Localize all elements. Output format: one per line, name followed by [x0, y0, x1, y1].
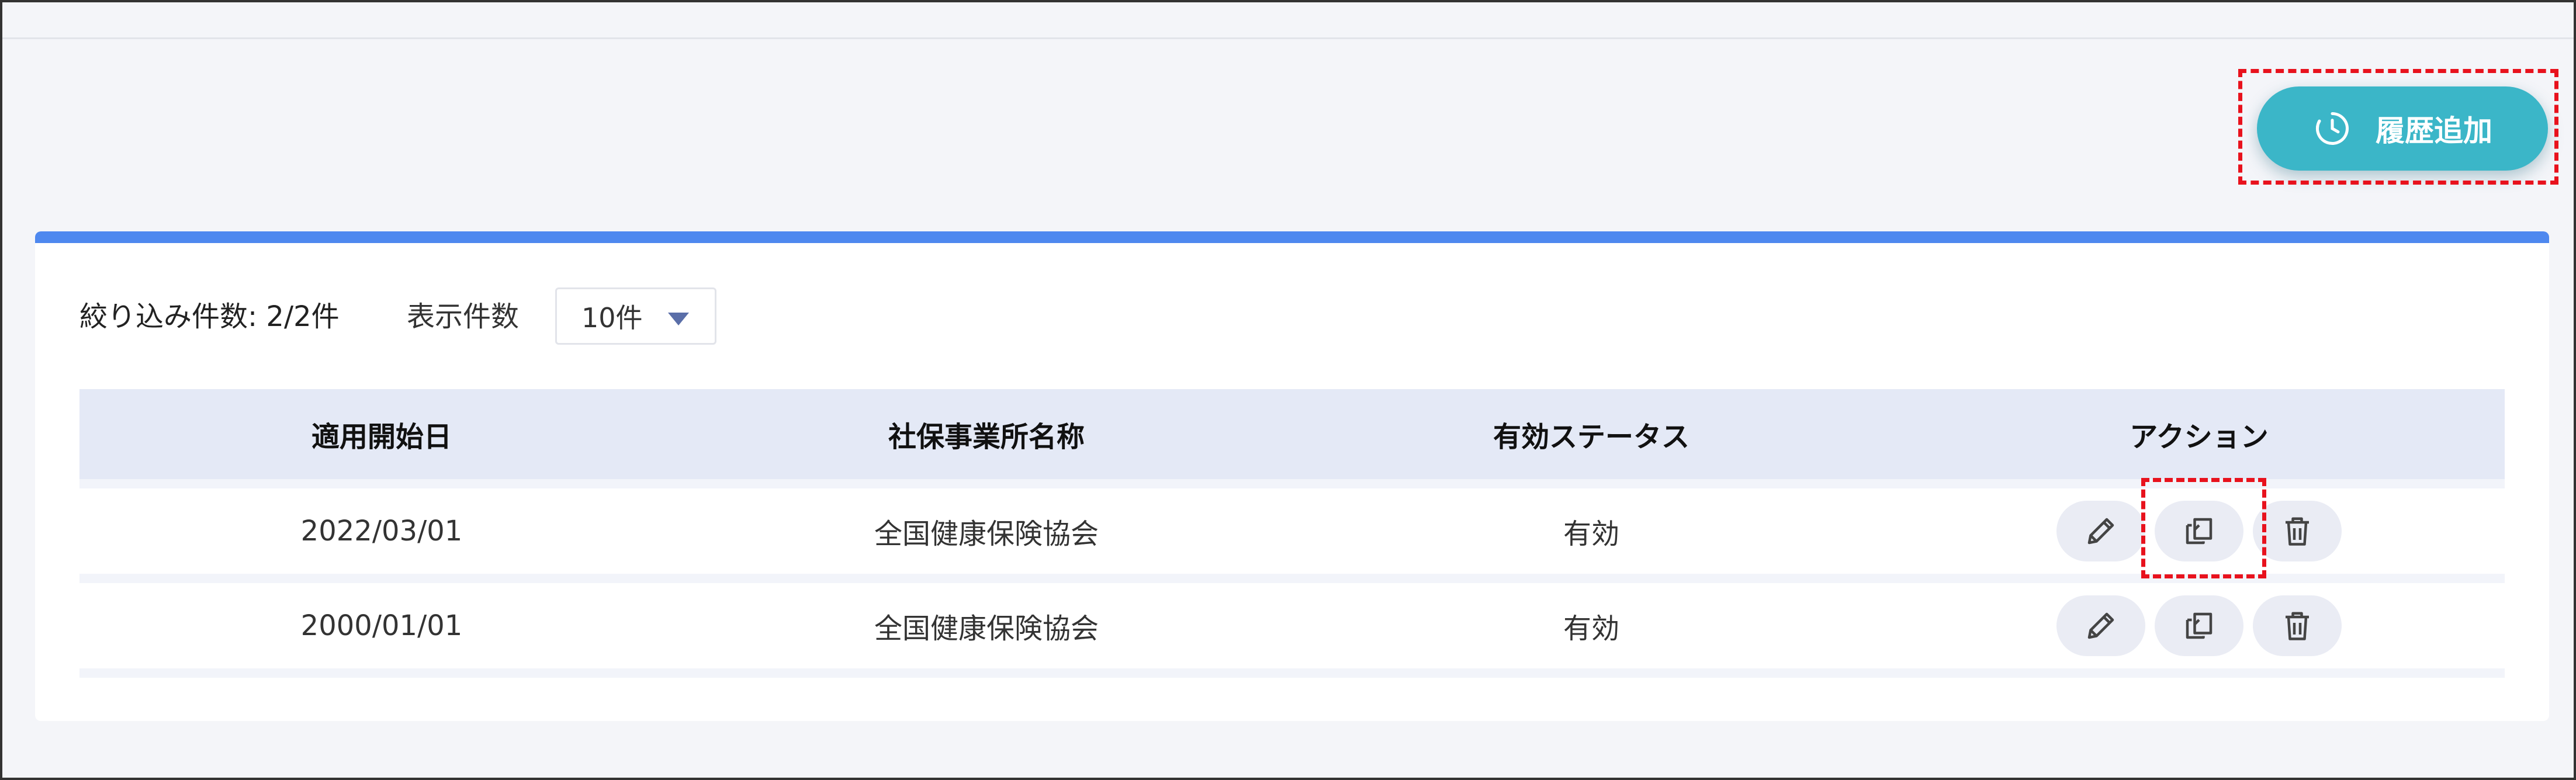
header-status: 有効ステータス [1493, 421, 1689, 453]
header-start-date: 適用開始日 [311, 421, 452, 453]
edit-button[interactable] [2056, 595, 2145, 656]
cell-actions [1893, 501, 2505, 561]
edit-button[interactable] [2056, 501, 2145, 561]
history-table: 適用開始日 社保事業所名称 有効ステータス アクション 2022/03/01 全… [79, 389, 2505, 678]
edit-pencil-icon [2087, 612, 2114, 639]
cell-start-date: 2000/01/01 [300, 609, 463, 642]
delete-button[interactable] [2253, 501, 2342, 561]
history-list-card: 絞り込み件数: 2/2件 表示件数 10件 適用開始日 社保事業所名称 有効ステ… [35, 231, 2549, 721]
copy-icon [2186, 518, 2213, 545]
table-row: 2022/03/01 全国健康保険協会 有効 [79, 488, 2505, 574]
history-clock-icon [2315, 112, 2349, 145]
table-row: 2000/01/01 全国健康保険協会 有効 [79, 583, 2505, 668]
copy-icon [2186, 612, 2213, 639]
delete-trash-icon [2286, 517, 2309, 546]
add-history-button[interactable]: 履歴追加 [2257, 86, 2548, 171]
row-separator [79, 479, 2505, 488]
per-page-value: 10件 [581, 302, 643, 334]
chevron-down-icon [668, 313, 689, 325]
header-actions: アクション [2130, 421, 2269, 453]
card-accent-bar [35, 231, 2549, 243]
table-header-row: 適用開始日 社保事業所名称 有効ステータス アクション [79, 389, 2505, 479]
per-page-label: 表示件数 [407, 300, 520, 333]
row-separator [79, 574, 2505, 583]
add-history-label: 履歴追加 [2376, 114, 2492, 148]
cell-office-name: 全国健康保険協会 [874, 518, 1099, 550]
edit-pencil-icon [2087, 518, 2114, 545]
row-separator [79, 668, 2505, 678]
cell-status: 有効 [1563, 612, 1619, 645]
copy-button[interactable] [2155, 501, 2243, 561]
cell-office-name: 全国健康保険協会 [874, 612, 1099, 645]
filter-count-text: 絞り込み件数: 2/2件 [79, 300, 340, 333]
cell-status: 有効 [1563, 518, 1619, 550]
top-divider [2, 37, 2574, 39]
cell-start-date: 2022/03/01 [300, 515, 463, 547]
copy-button[interactable] [2155, 595, 2243, 656]
cell-actions [1893, 595, 2505, 656]
per-page-select[interactable]: 10件 [555, 287, 716, 345]
delete-trash-icon [2286, 612, 2309, 640]
delete-button[interactable] [2253, 595, 2342, 656]
header-office-name: 社保事業所名称 [888, 421, 1085, 453]
